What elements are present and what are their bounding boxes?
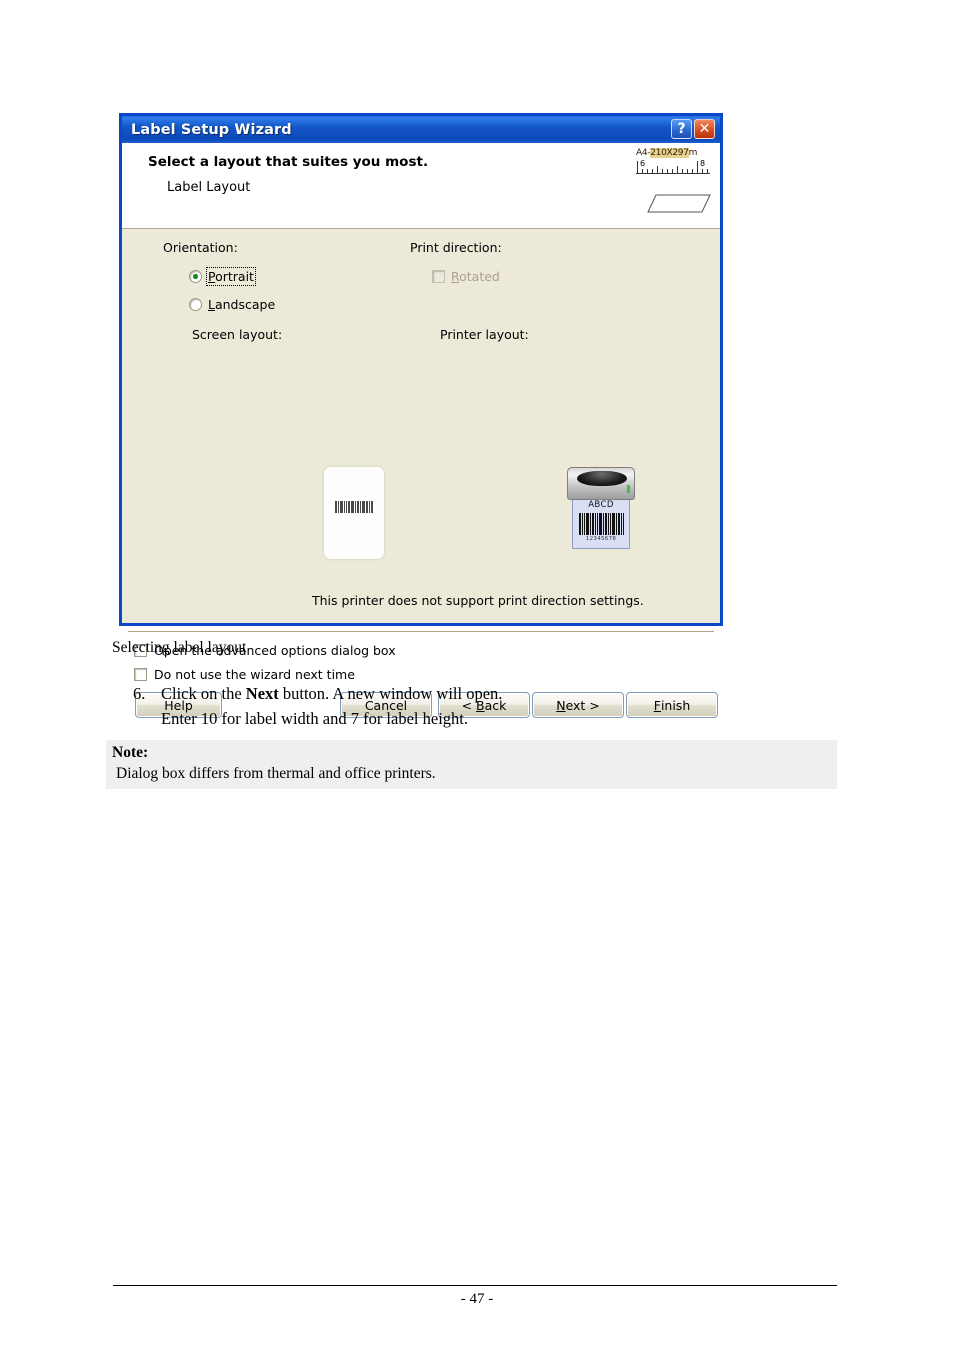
print-direction-label: Print direction: xyxy=(410,240,502,255)
footer-rule xyxy=(113,1285,837,1286)
step-line1-pre: Click on the xyxy=(161,684,246,703)
printer-led-icon xyxy=(627,485,630,493)
screen-layout-label: Screen layout: xyxy=(192,327,283,342)
printer-label-sheet: ABCD 12345678 xyxy=(572,495,630,549)
step-body: Click on the Next button. A new window w… xyxy=(161,682,753,732)
header-heading: Select a layout that suites you most. xyxy=(148,154,429,170)
dialog-titlebar[interactable]: Label Setup Wizard ? ✕ xyxy=(119,113,723,143)
figure-caption: Selecting label layout xyxy=(112,639,247,656)
checkbox-rotated-label: Rotated xyxy=(451,269,500,284)
ruler-tick-6: 6 xyxy=(640,159,646,168)
page-number: - 47 - xyxy=(460,1291,494,1307)
paper-suffix: m xyxy=(688,148,698,158)
ruler-icon: 6 8 xyxy=(636,159,710,177)
parallelogram-page-icon xyxy=(647,194,711,213)
paper-size-icon: A4-210X297m 6 8 xyxy=(636,148,716,218)
printer-layout-preview: ABCD 12345678 xyxy=(565,467,637,551)
screen-layout-preview xyxy=(324,467,384,559)
checkbox-rotated: Rotated xyxy=(432,269,500,284)
label-setup-wizard-dialog: Label Setup Wizard ? ✕ Select a layout t… xyxy=(119,113,723,718)
paper-prefix: A4- xyxy=(636,148,651,158)
checkbox-rotated-text: otated xyxy=(459,269,500,284)
radio-portrait[interactable]: Portrait xyxy=(189,267,256,286)
note-body: Dialog box differs from thermal and offi… xyxy=(116,764,436,782)
print-direction-support-note: This printer does not support print dire… xyxy=(312,593,644,608)
printer-slot xyxy=(577,471,627,486)
barcode-icon xyxy=(335,501,373,514)
checkbox-skip-wizard-label: Do not use the wizard next time xyxy=(154,667,355,682)
radio-portrait-indicator[interactable] xyxy=(189,270,202,283)
footer-divider xyxy=(128,631,714,633)
step-line1-bold: Next xyxy=(245,684,279,703)
printer-label-text: ABCD xyxy=(588,500,614,510)
dialog-header: Select a layout that suites you most. La… xyxy=(122,143,720,229)
dialog-title: Label Setup Wizard xyxy=(131,121,292,138)
radio-portrait-label: Portrait xyxy=(206,267,256,286)
radio-landscape-indicator[interactable] xyxy=(189,298,202,311)
header-subheading: Label Layout xyxy=(167,180,251,195)
ruler-tick-8: 8 xyxy=(700,159,706,168)
checkbox-skip-wizard-box[interactable] xyxy=(134,668,147,681)
checkbox-rotated-box xyxy=(432,270,445,283)
close-icon[interactable]: ✕ xyxy=(694,119,715,139)
printer-label-number: 12345678 xyxy=(585,536,617,542)
titlebar-button-group: ? ✕ xyxy=(671,119,715,139)
step-item: 6. Click on the Next button. A new windo… xyxy=(133,682,753,732)
printer-barcode-icon xyxy=(573,513,629,535)
radio-landscape[interactable]: Landscape xyxy=(189,297,275,312)
radio-landscape-label: Landscape xyxy=(208,297,276,312)
radio-landscape-text: andscape xyxy=(214,297,276,312)
paper-dimensions: 210X297 xyxy=(650,148,689,158)
step-number: 6. xyxy=(133,684,146,703)
checkbox-skip-wizard[interactable]: Do not use the wizard next time xyxy=(134,667,355,682)
radio-portrait-text: ortrait xyxy=(215,269,254,284)
orientation-label: Orientation: xyxy=(163,240,238,255)
printer-layout-label: Printer layout: xyxy=(440,327,529,342)
printer-icon xyxy=(567,467,635,500)
step-line1-post: button. A new window will open. xyxy=(278,684,503,703)
note-callout: Note: Dialog box differs from thermal an… xyxy=(106,740,837,789)
help-button-titlebar[interactable]: ? xyxy=(671,119,692,139)
step-line2: Enter 10 for label width and 7 for label… xyxy=(161,708,468,728)
note-heading: Note: xyxy=(112,744,149,761)
paper-size-label: A4-210X297m xyxy=(636,148,716,158)
